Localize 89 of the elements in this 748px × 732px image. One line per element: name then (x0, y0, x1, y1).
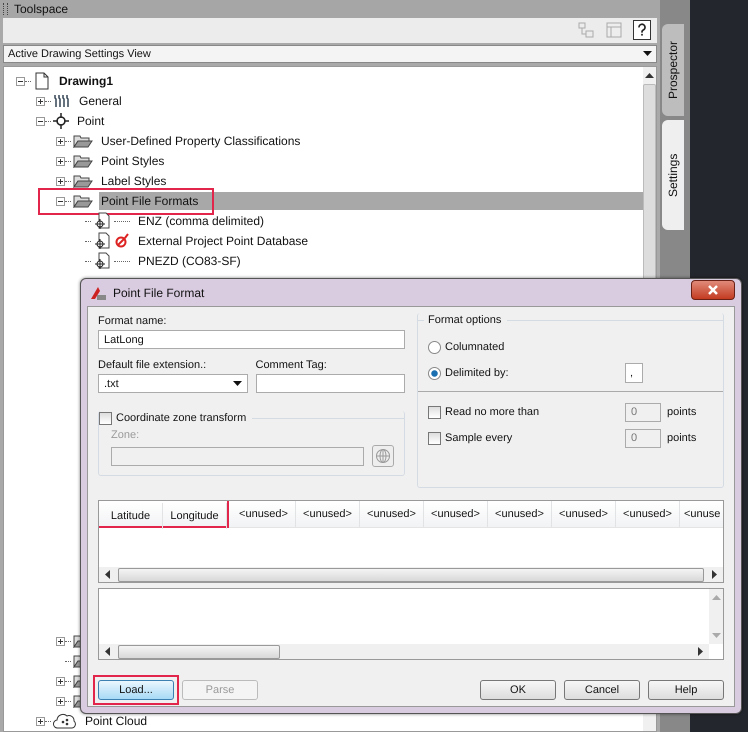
field-label: Zone: (111, 429, 140, 441)
help-icon[interactable] (633, 20, 651, 40)
expand-icon[interactable] (36, 96, 45, 106)
expand-icon[interactable] (56, 696, 65, 706)
checkbox-label: Sample every (445, 432, 514, 444)
expand-icon[interactable] (56, 176, 65, 186)
scroll-right-icon[interactable] (698, 647, 703, 656)
tree-item[interactable]: External Project Point Database (136, 232, 310, 250)
grip-icon[interactable] (3, 2, 8, 15)
dialog-button[interactable]: OK (480, 680, 556, 700)
tree-item[interactable]: Point File Formats (99, 192, 643, 210)
format-file-icon (93, 212, 111, 230)
radio-label: Columnated (445, 341, 506, 353)
app-icon (89, 284, 107, 300)
crosshair-icon (53, 113, 69, 129)
scroll-left-icon[interactable] (105, 647, 110, 656)
unit-label: points (667, 406, 696, 418)
expand-icon[interactable] (56, 136, 65, 146)
dialog-title: Point File Format (113, 286, 204, 300)
checkbox-label: Coordinate zone transform (116, 412, 246, 424)
collapse-icon[interactable] (36, 116, 45, 126)
expand-icon[interactable] (56, 636, 65, 646)
close-button[interactable] (691, 280, 735, 300)
scroll-up-icon[interactable] (645, 73, 654, 78)
column-header[interactable]: <unused> (424, 501, 488, 527)
tree-item[interactable]: PNEZD (CO83-SF) (136, 252, 243, 270)
tree-item[interactable]: Label Styles (99, 172, 168, 190)
document-icon (33, 72, 51, 90)
format-name-field[interactable]: LatLong (98, 330, 405, 349)
scrollbar[interactable] (99, 567, 723, 582)
checkbox[interactable] (428, 406, 441, 418)
expand-icon[interactable] (56, 156, 65, 166)
checkbox-label: Read no more than (445, 406, 540, 418)
view-dropdown[interactable]: Active Drawing Settings View (3, 44, 657, 63)
column-header[interactable]: <unused> (552, 501, 616, 527)
scroll-left-icon[interactable] (105, 570, 110, 579)
field-label: Format name: (98, 315, 168, 327)
checkbox[interactable] (428, 432, 441, 444)
comment-tag-field[interactable] (256, 374, 405, 393)
folder-icon (73, 154, 93, 168)
zone-field[interactable] (111, 446, 364, 466)
folder-icon (73, 194, 93, 208)
radio-button[interactable] (428, 340, 441, 354)
expand-icon[interactable] (56, 676, 65, 686)
format-file-icon (93, 252, 111, 270)
side-tab[interactable]: Settings (662, 120, 684, 230)
close-icon (707, 284, 719, 294)
column-header[interactable]: Longitude (163, 503, 227, 529)
scrollbar[interactable] (99, 644, 709, 659)
group-title: Format options (428, 314, 502, 326)
dialog-button[interactable]: Cancel (564, 680, 640, 700)
tree-item[interactable]: Point Cloud (83, 712, 150, 730)
collapse-icon[interactable] (16, 76, 25, 86)
column-header[interactable]: <unused> (232, 501, 296, 527)
scroll-right-icon[interactable] (712, 570, 717, 579)
expand-icon[interactable] (36, 716, 45, 726)
dialog-button[interactable]: Load... (98, 680, 174, 700)
folder-icon (73, 134, 93, 148)
field-label: Default file extension.: (98, 359, 208, 371)
dialog-button[interactable]: Help (648, 680, 724, 700)
panel-title: Toolspace (14, 2, 68, 16)
number-field[interactable]: 0 (625, 428, 661, 448)
tree-item[interactable]: ENZ (comma delimited) (136, 212, 266, 230)
tools-icon (53, 93, 71, 109)
extension-dropdown[interactable]: .txt (98, 374, 248, 393)
column-header[interactable]: Latitude (99, 503, 163, 529)
caret-icon (643, 51, 652, 56)
unit-label: points (667, 432, 696, 444)
field-label: Comment Tag: (256, 359, 328, 371)
side-tab[interactable]: Prospector (662, 24, 684, 116)
column-header[interactable]: <unused> (360, 501, 424, 527)
checkbox[interactable] (99, 412, 112, 424)
column-header[interactable]: <unused> (616, 501, 680, 527)
column-header[interactable]: <unused> (296, 501, 360, 527)
caret-icon (232, 381, 242, 386)
tree-item[interactable]: Drawing1 (57, 72, 116, 90)
folder-icon (73, 174, 93, 188)
column-header[interactable]: <unused> (488, 501, 552, 527)
delimiter-field[interactable]: , (625, 363, 643, 383)
radio-label: Delimited by: (445, 367, 510, 379)
tree-item[interactable]: User-Defined Property Classifications (99, 132, 302, 150)
tree-item[interactable]: Point Styles (99, 152, 166, 170)
number-field[interactable]: 0 (625, 402, 661, 422)
tree-item[interactable]: Point (75, 112, 106, 130)
format-file-icon (93, 232, 111, 250)
radio-button[interactable] (428, 366, 441, 380)
collapse-icon[interactable] (56, 196, 65, 206)
tree-item[interactable]: General (77, 92, 124, 110)
column-header[interactable]: <unuse (680, 501, 723, 527)
